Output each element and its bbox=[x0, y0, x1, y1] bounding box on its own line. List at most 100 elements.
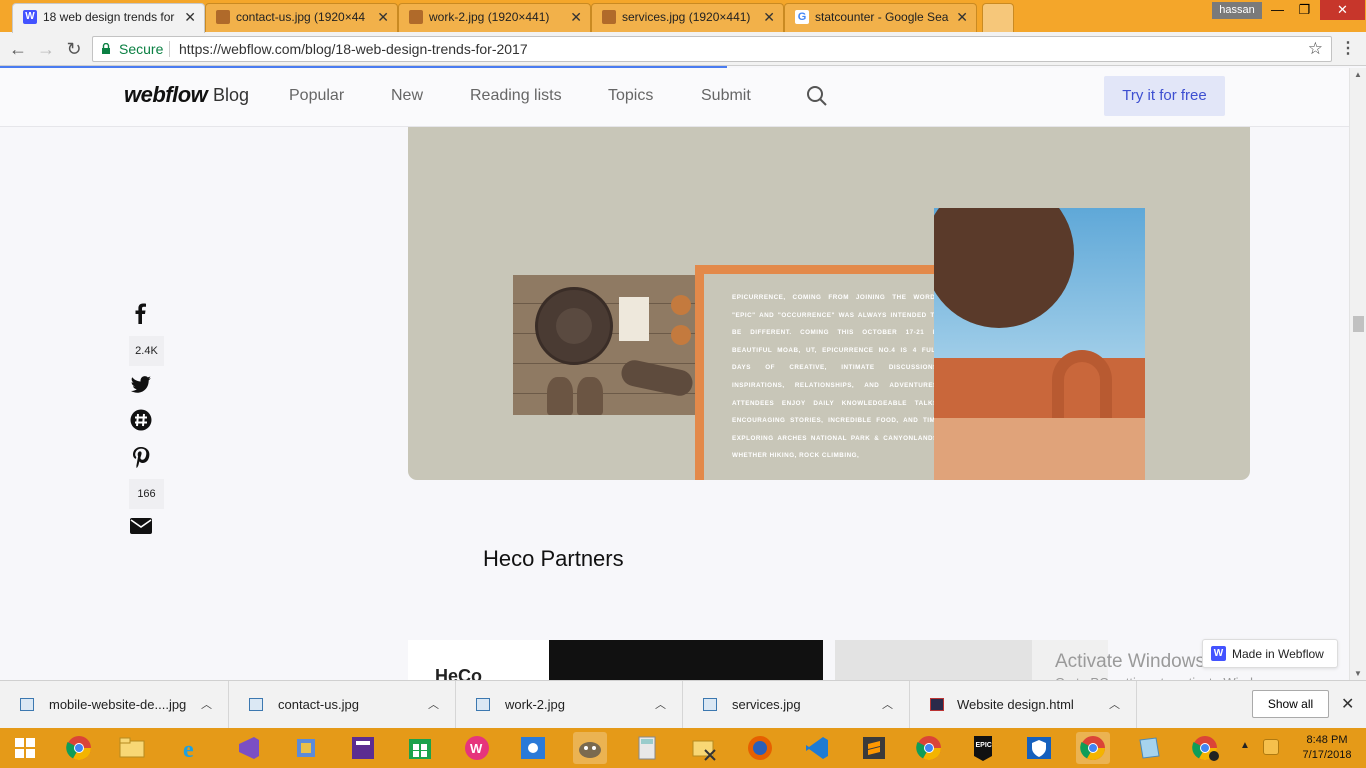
chrome-icon[interactable] bbox=[912, 732, 946, 764]
download-item[interactable]: contact-us.jpg ︿ bbox=[229, 681, 456, 729]
article-hero-image: ▔▔▔▔▔ Epicurrence, coming from joining t… bbox=[408, 127, 1250, 480]
download-filename: Website design.html bbox=[957, 697, 1074, 712]
tab-title: 18 web design trends for bbox=[43, 10, 175, 24]
tab-contact-us[interactable]: contact-us.jpg (1920×44 ✕ bbox=[205, 3, 398, 32]
slack-icon[interactable] bbox=[130, 409, 152, 431]
browser-menu-icon[interactable]: ⋮ bbox=[1340, 38, 1356, 58]
tab-close-icon[interactable]: ✕ bbox=[570, 4, 582, 30]
mcafee-icon[interactable] bbox=[1022, 732, 1056, 764]
nav-reading-lists[interactable]: Reading lists bbox=[470, 87, 562, 105]
search-icon[interactable] bbox=[806, 85, 828, 107]
site-header: webflow Blog Popular New Reading lists T… bbox=[0, 68, 1349, 127]
tray-app-icon[interactable] bbox=[1263, 739, 1279, 755]
image-favicon-icon bbox=[216, 10, 230, 24]
webflow-favicon-icon: W bbox=[23, 10, 37, 24]
tab-title: statcounter - Google Sea bbox=[815, 10, 949, 24]
tab-statcounter[interactable]: G statcounter - Google Sea ✕ bbox=[784, 3, 977, 32]
chevron-up-icon[interactable]: ︿ bbox=[201, 681, 212, 729]
tab-work-2[interactable]: work-2.jpg (1920×441) ✕ bbox=[398, 3, 591, 32]
scroll-down-icon[interactable]: ▼ bbox=[1354, 669, 1362, 678]
app-icon[interactable] bbox=[289, 732, 323, 764]
scroll-up-icon[interactable]: ▲ bbox=[1354, 70, 1362, 79]
calculator-icon[interactable] bbox=[630, 732, 664, 764]
nav-new[interactable]: New bbox=[391, 87, 423, 105]
image-file-icon bbox=[476, 698, 490, 711]
image-file-icon bbox=[703, 698, 717, 711]
nav-topics[interactable]: Topics bbox=[608, 87, 653, 105]
folder-sync-icon[interactable] bbox=[687, 732, 721, 764]
tab-close-icon[interactable]: ✕ bbox=[184, 4, 196, 30]
blog-label[interactable]: Blog bbox=[213, 85, 249, 106]
image-file-icon bbox=[249, 698, 263, 711]
gimp-icon[interactable] bbox=[573, 732, 607, 764]
twitter-icon[interactable] bbox=[130, 373, 152, 395]
show-all-button[interactable]: Show all bbox=[1252, 690, 1329, 718]
chevron-up-icon[interactable]: ︿ bbox=[882, 681, 893, 729]
webflow-icon: W bbox=[1211, 646, 1226, 661]
bookmark-star-icon[interactable]: ☆ bbox=[1308, 37, 1323, 61]
close-window-icon[interactable]: ✕ bbox=[1320, 0, 1365, 20]
download-item[interactable]: services.jpg ︿ bbox=[683, 681, 910, 729]
restore-icon[interactable]: ❐ bbox=[1291, 0, 1318, 20]
tab-close-icon[interactable]: ✕ bbox=[377, 4, 389, 30]
tab-webflow-blog[interactable]: W 18 web design trends for ✕ bbox=[12, 3, 205, 33]
image-favicon-icon bbox=[409, 10, 423, 24]
chrome-user-icon[interactable] bbox=[1188, 732, 1222, 764]
reload-icon[interactable]: ↻ bbox=[62, 37, 86, 61]
tab-services[interactable]: services.jpg (1920×441) ✕ bbox=[591, 3, 784, 32]
nav-popular[interactable]: Popular bbox=[289, 87, 344, 105]
pinterest-icon[interactable] bbox=[130, 446, 152, 468]
address-bar[interactable]: Secure https://webflow.com/blog/18-web-d… bbox=[92, 36, 1332, 62]
forward-arrow-icon[interactable]: → bbox=[34, 37, 58, 61]
made-in-webflow-badge[interactable]: W Made in Webflow bbox=[1202, 639, 1338, 668]
download-filename: mobile-website-de....jpg bbox=[49, 697, 187, 712]
try-free-button[interactable]: Try it for free bbox=[1104, 76, 1225, 116]
internet-explorer-icon[interactable]: e bbox=[175, 732, 209, 764]
taskbar-clock[interactable]: 8:48 PM 7/17/2018 bbox=[1294, 733, 1360, 763]
visual-studio-icon[interactable] bbox=[232, 732, 266, 764]
close-downloads-icon[interactable]: ✕ bbox=[1341, 694, 1354, 714]
chevron-up-icon[interactable]: ︿ bbox=[1109, 681, 1120, 729]
facebook-icon[interactable] bbox=[130, 302, 152, 324]
calculator-app-icon[interactable] bbox=[346, 732, 380, 764]
tray-expand-icon[interactable]: ▲ bbox=[1240, 740, 1250, 751]
tab-close-icon[interactable]: ✕ bbox=[763, 4, 775, 30]
chrome-active-icon[interactable] bbox=[1076, 732, 1110, 764]
minimize-icon[interactable]: — bbox=[1264, 0, 1291, 20]
scrollbar-thumb[interactable] bbox=[1353, 316, 1364, 332]
chevron-up-icon[interactable]: ︿ bbox=[655, 681, 666, 729]
windows-start-icon[interactable] bbox=[8, 732, 42, 764]
badge-label: Made in Webflow bbox=[1232, 647, 1324, 661]
back-arrow-icon[interactable]: ← bbox=[6, 37, 30, 61]
wamp-icon[interactable]: W bbox=[460, 732, 494, 764]
profile-user-badge[interactable]: hassan bbox=[1212, 2, 1262, 19]
brightness-icon[interactable] bbox=[516, 732, 550, 764]
sublime-icon[interactable] bbox=[857, 732, 891, 764]
notepad-icon[interactable] bbox=[1132, 732, 1166, 764]
facebook-share-count: 2.4K bbox=[129, 336, 164, 366]
url-text[interactable]: https://webflow.com/blog/18-web-design-t… bbox=[179, 37, 528, 61]
epic-games-icon[interactable]: EPIC bbox=[966, 732, 1000, 764]
file-explorer-icon[interactable] bbox=[115, 732, 149, 764]
email-icon[interactable] bbox=[130, 515, 152, 537]
book-shape bbox=[619, 297, 649, 341]
chrome-icon[interactable] bbox=[62, 732, 96, 764]
html-file-icon bbox=[930, 698, 944, 711]
chevron-up-icon[interactable]: ︿ bbox=[428, 681, 439, 729]
download-filename: contact-us.jpg bbox=[278, 697, 359, 712]
tab-title: contact-us.jpg (1920×44 bbox=[236, 10, 366, 24]
address-separator bbox=[169, 41, 170, 57]
secure-label: Secure bbox=[119, 41, 164, 57]
download-item[interactable]: Website design.html ︿ bbox=[910, 681, 1137, 729]
download-item[interactable]: mobile-website-de....jpg ︿ bbox=[0, 681, 229, 729]
tab-close-icon[interactable]: ✕ bbox=[956, 4, 968, 30]
download-item[interactable]: work-2.jpg ︿ bbox=[456, 681, 683, 729]
page-scrollbar[interactable]: ▲ ▼ bbox=[1349, 68, 1366, 680]
firefox-icon[interactable] bbox=[743, 732, 777, 764]
nav-submit[interactable]: Submit bbox=[701, 87, 751, 105]
vscode-icon[interactable] bbox=[800, 732, 834, 764]
new-tab-button[interactable] bbox=[982, 3, 1014, 32]
webflow-logo[interactable]: webflow bbox=[124, 82, 208, 108]
store-icon[interactable] bbox=[403, 732, 437, 764]
browser-tab-strip: W 18 web design trends for ✕ contact-us.… bbox=[0, 0, 1366, 33]
